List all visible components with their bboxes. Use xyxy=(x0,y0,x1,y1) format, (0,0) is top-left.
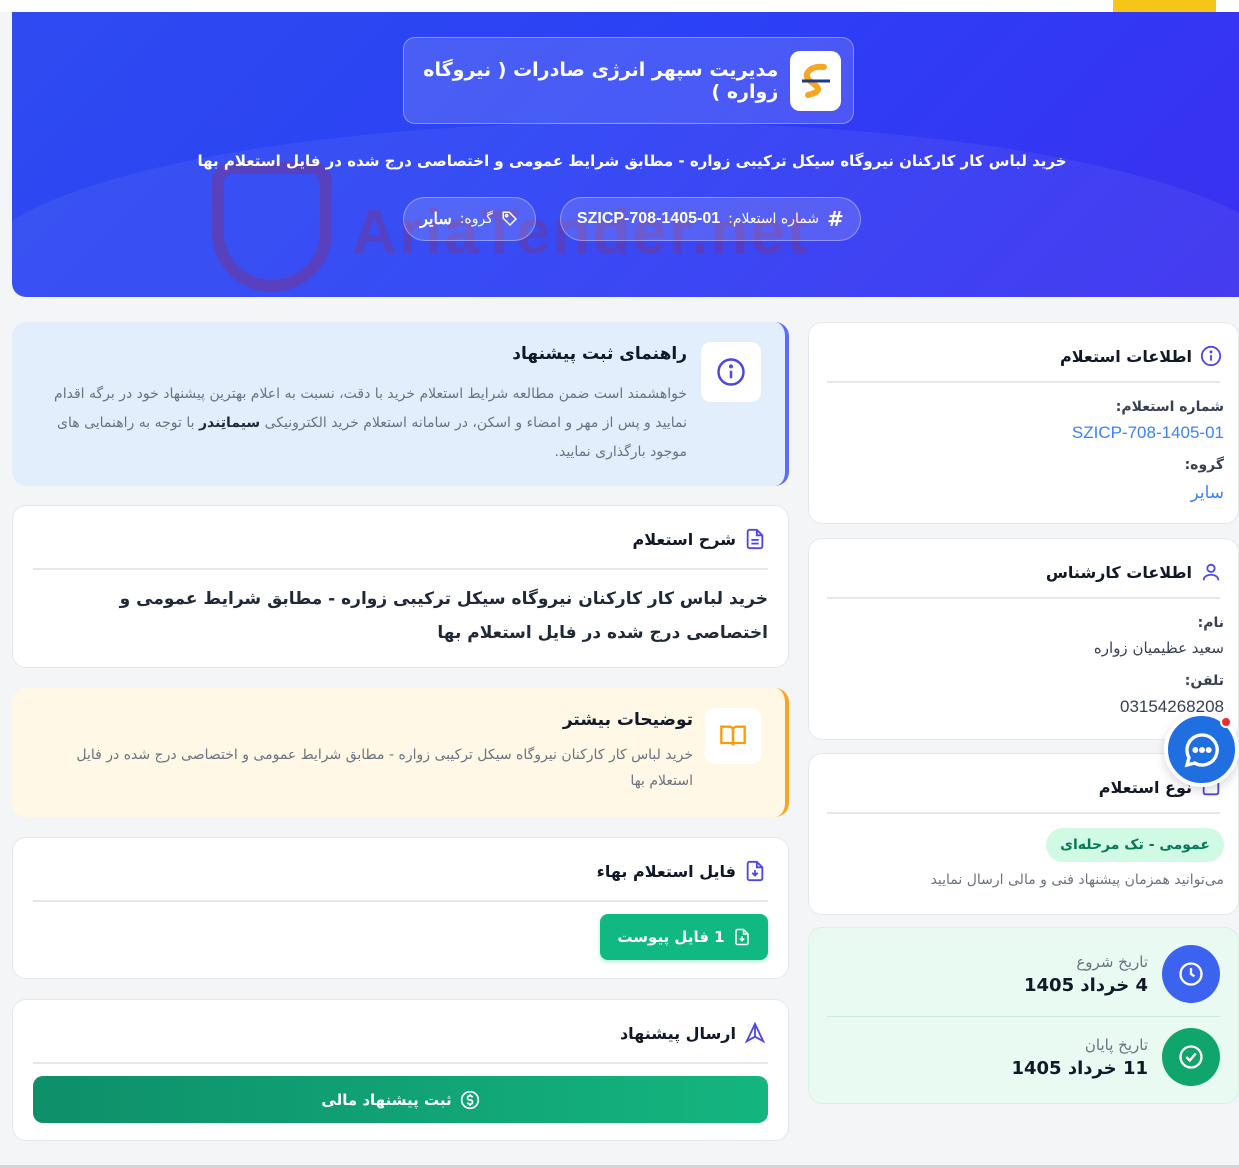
guide-text: خواهشمند است ضمن مطالعه شرایط استعلام خر… xyxy=(54,386,687,460)
phone-label: تلفن: xyxy=(1184,673,1224,689)
attachment-button[interactable]: 1 فایل پیوست xyxy=(600,914,768,960)
file-card: فایل استعلام بهاء 1 فایل پیوست xyxy=(12,837,789,979)
type-badge: عمومی - تک مرحله‌ای xyxy=(1046,828,1224,862)
info-circle-icon xyxy=(1200,345,1222,367)
dates-card: تاریخ شروع 4 خرداد 1405 تاریخ پایان 11 خ… xyxy=(808,927,1239,1104)
divider xyxy=(33,1062,768,1064)
file-download-icon xyxy=(744,860,766,882)
top-strip xyxy=(0,0,1239,12)
expert-title: اطلاعات کارشناس xyxy=(1045,562,1192,582)
extra-text: خرید لباس کار کارکنان نیروگاه سیکل ترکیب… xyxy=(76,747,693,789)
clock-icon xyxy=(1162,945,1220,1003)
name-label: نام: xyxy=(1197,615,1224,631)
document-icon xyxy=(744,528,766,550)
description-header: شرح استعلام xyxy=(633,528,766,550)
notification-dot xyxy=(1220,716,1232,728)
divider xyxy=(827,1016,1220,1017)
attachment-button-label: 1 فایل پیوست xyxy=(617,928,725,946)
info-header: اطلاعات استعلام xyxy=(1060,345,1222,367)
inquiry-number-chip: # شماره استعلام: SZICP-708-1405-01 xyxy=(559,197,861,241)
submit-title: ارسال پیشنهاد xyxy=(619,1023,736,1043)
start-date-label: تاریخ شروع xyxy=(1076,952,1148,971)
name-value: سعید عظیمیان زواره xyxy=(1093,639,1224,657)
guide-card: راهنمای ثبت پیشنهاد خواهشمند است ضمن مطا… xyxy=(12,322,789,486)
hero-chips: # شماره استعلام: SZICP-708-1405-01 گروه:… xyxy=(12,197,1239,241)
divider xyxy=(33,568,768,570)
user-icon xyxy=(1200,561,1222,583)
inquiry-number-label: شماره استعلام: xyxy=(728,211,820,227)
expert-header: اطلاعات کارشناس xyxy=(1046,561,1222,583)
submit-button-label: ثبت پیشنهاد مالی xyxy=(321,1090,452,1109)
start-date-row: تاریخ شروع 4 خرداد 1405 xyxy=(827,944,1220,1004)
description-text: خرید لباس کار کارکنان نیروگاه سیکل ترکیب… xyxy=(119,589,768,643)
submit-header: ارسال پیشنهاد xyxy=(620,1022,766,1044)
description-title: شرح استعلام xyxy=(632,529,736,549)
extra-notes-card: توضیحات بیشتر خرید لباس کار کارکنان نیرو… xyxy=(12,688,789,817)
hero-banner: AriaTender.net مدیریت سپهر انرژی صادرات … xyxy=(12,12,1239,297)
group-label: گروه: xyxy=(1184,457,1224,473)
submit-card: ارسال پیشنهاد ثبت پیشنهاد مالی xyxy=(12,999,789,1141)
divider xyxy=(33,900,768,902)
book-icon xyxy=(705,708,761,764)
file-title: فایل استعلام بهاء xyxy=(596,861,736,881)
file-icon xyxy=(733,928,751,946)
group-value: سایر xyxy=(420,211,452,228)
brand-name: سیماتِندر xyxy=(198,415,261,431)
submit-financial-offer-button[interactable]: ثبت پیشنهاد مالی xyxy=(33,1076,768,1123)
type-note: می‌توانید همزمان پیشنهاد فنی و مالی ارسا… xyxy=(930,872,1224,888)
inquiry-number-label: شماره استعلام: xyxy=(1115,399,1224,415)
start-date-value: 4 خرداد 1405 xyxy=(1024,974,1148,996)
inquiry-number-link[interactable]: SZICP-708-1405-01 xyxy=(1072,423,1224,443)
dollar-icon xyxy=(460,1090,480,1110)
description-card: شرح استعلام خرید لباس کار کارکنان نیروگا… xyxy=(12,505,789,668)
company-logo xyxy=(790,50,841,111)
top-accent-tab[interactable] xyxy=(1113,0,1216,12)
divider xyxy=(827,381,1220,383)
extra-title: توضیحات بیشتر xyxy=(562,710,693,730)
group-link[interactable]: سایر xyxy=(1190,483,1224,503)
inquiry-number-value: SZICP-708-1405-01 xyxy=(576,210,721,227)
hero-title: خرید لباس کار کارکنان نیروگاه سیکل ترکیب… xyxy=(197,152,1067,170)
end-date-label: تاریخ پایان xyxy=(1084,1035,1148,1054)
send-icon xyxy=(744,1022,766,1044)
type-title: نوع استعلام xyxy=(1098,777,1192,797)
check-circle-icon xyxy=(1162,1028,1220,1086)
divider xyxy=(827,597,1220,599)
group-chip: گروه: سایر xyxy=(403,197,536,241)
chat-bubble-icon xyxy=(1182,730,1222,770)
expert-info-card: اطلاعات کارشناس نام: سعید عظیمیان زواره … xyxy=(808,538,1239,740)
divider xyxy=(827,812,1220,814)
info-icon xyxy=(701,342,761,402)
tag-icon xyxy=(501,210,519,228)
end-date-row: تاریخ پایان 11 خرداد 1405 xyxy=(827,1027,1220,1087)
inquiry-info-card: اطلاعات استعلام شماره استعلام: SZICP-708… xyxy=(808,322,1239,524)
group-label: گروه: xyxy=(459,211,493,227)
company-box: مدیریت سپهر انرژی صادرات ( نیروگاه زواره… xyxy=(403,37,854,124)
file-header: فایل استعلام بهاء xyxy=(597,860,766,882)
hash-icon: # xyxy=(827,207,844,231)
inquiry-type-card: نوع استعلام عمومی - تک مرحله‌ای می‌توانی… xyxy=(808,753,1239,915)
info-title: اطلاعات استعلام xyxy=(1060,346,1192,366)
guide-title: راهنمای ثبت پیشنهاد xyxy=(512,344,687,364)
end-date-value: 11 خرداد 1405 xyxy=(1011,1057,1148,1079)
company-name: مدیریت سپهر انرژی صادرات ( نیروگاه زواره… xyxy=(423,58,779,103)
